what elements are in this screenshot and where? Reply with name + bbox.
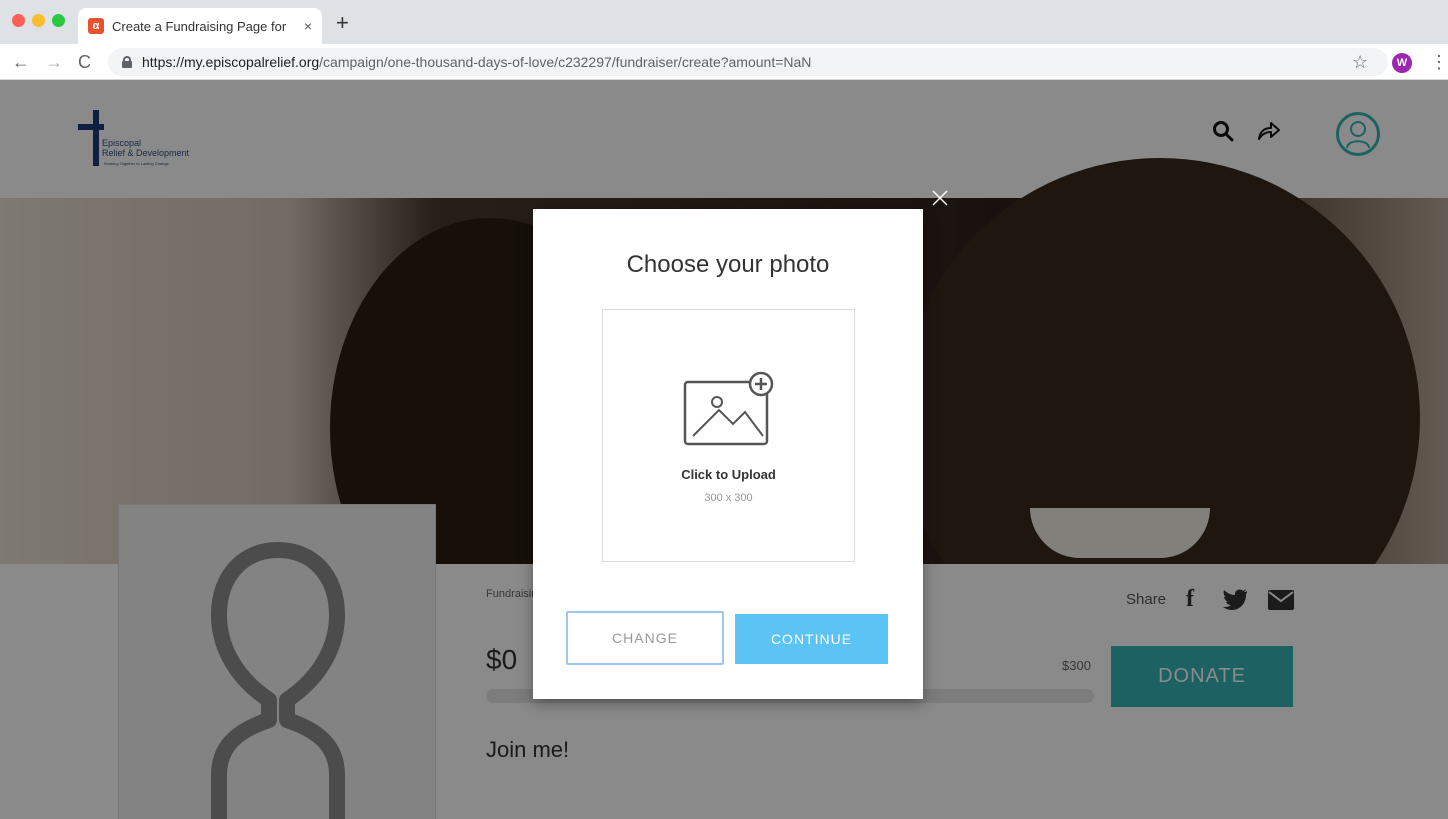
new-tab-button[interactable]: +	[336, 10, 349, 36]
reload-button[interactable]: C	[78, 52, 91, 73]
bookmark-star-icon[interactable]: ☆	[1352, 52, 1368, 73]
photo-upload-area[interactable]: Click to Upload 300 x 300	[602, 309, 855, 562]
maximize-window-button[interactable]	[52, 14, 65, 27]
close-icon[interactable]	[930, 188, 950, 208]
dialog-title: Choose your photo	[626, 251, 830, 278]
choose-photo-dialog: Choose your photo Click to Upload 300 x …	[533, 209, 923, 699]
browser-tab-bar: α Create a Fundraising Page for × +	[0, 0, 1448, 44]
lock-icon	[122, 56, 132, 68]
back-button[interactable]: ←	[12, 52, 30, 73]
forward-button[interactable]: →	[45, 52, 63, 73]
browser-address-bar: ← → C https://my.episcopalrelief.org /ca…	[0, 44, 1448, 80]
minimize-window-button[interactable]	[32, 14, 45, 27]
url-path: /campaign/one-thousand-days-of-love/c232…	[319, 54, 812, 70]
tab-title: Create a Fundraising Page for	[112, 18, 287, 34]
close-window-button[interactable]	[12, 14, 25, 27]
tab-close-icon[interactable]: ×	[304, 18, 312, 34]
browser-profile-avatar[interactable]: W	[1392, 53, 1412, 73]
url-host: https://my.episcopalrelief.org	[142, 54, 320, 70]
continue-button[interactable]: CONTINUE	[735, 614, 888, 664]
change-button[interactable]: CHANGE	[566, 611, 724, 665]
url-field[interactable]: https://my.episcopalrelief.org /campaign…	[108, 48, 1388, 76]
web-page: Episcopal Relief & Development Working T…	[0, 80, 1448, 819]
upload-dimensions: 300 x 300	[704, 492, 753, 504]
browser-tab[interactable]: α Create a Fundraising Page for ×	[78, 8, 322, 44]
upload-label: Click to Upload	[681, 467, 776, 482]
browser-menu-icon[interactable]: ⋮	[1430, 52, 1448, 73]
favicon-icon: α	[88, 18, 104, 34]
add-image-icon	[683, 371, 774, 446]
